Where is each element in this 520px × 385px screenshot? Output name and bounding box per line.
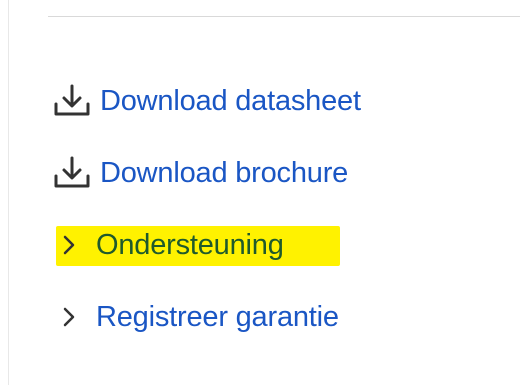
chevron-right-icon — [48, 295, 96, 339]
support-link[interactable]: Ondersteuning — [48, 220, 284, 270]
download-datasheet-label: Download datasheet — [100, 84, 361, 117]
download-icon — [44, 76, 100, 126]
chevron-right-icon — [48, 223, 96, 267]
resource-links: Download datasheet Download brochure Ond… — [0, 0, 520, 385]
support-label: Ondersteuning — [96, 228, 284, 261]
download-icon — [44, 148, 100, 198]
register-warranty-label: Registreer garantie — [96, 300, 339, 333]
download-brochure-link[interactable]: Download brochure — [44, 148, 348, 198]
download-datasheet-link[interactable]: Download datasheet — [44, 76, 361, 126]
download-brochure-label: Download brochure — [100, 156, 349, 189]
register-warranty-link[interactable]: Registreer garantie — [48, 292, 339, 342]
